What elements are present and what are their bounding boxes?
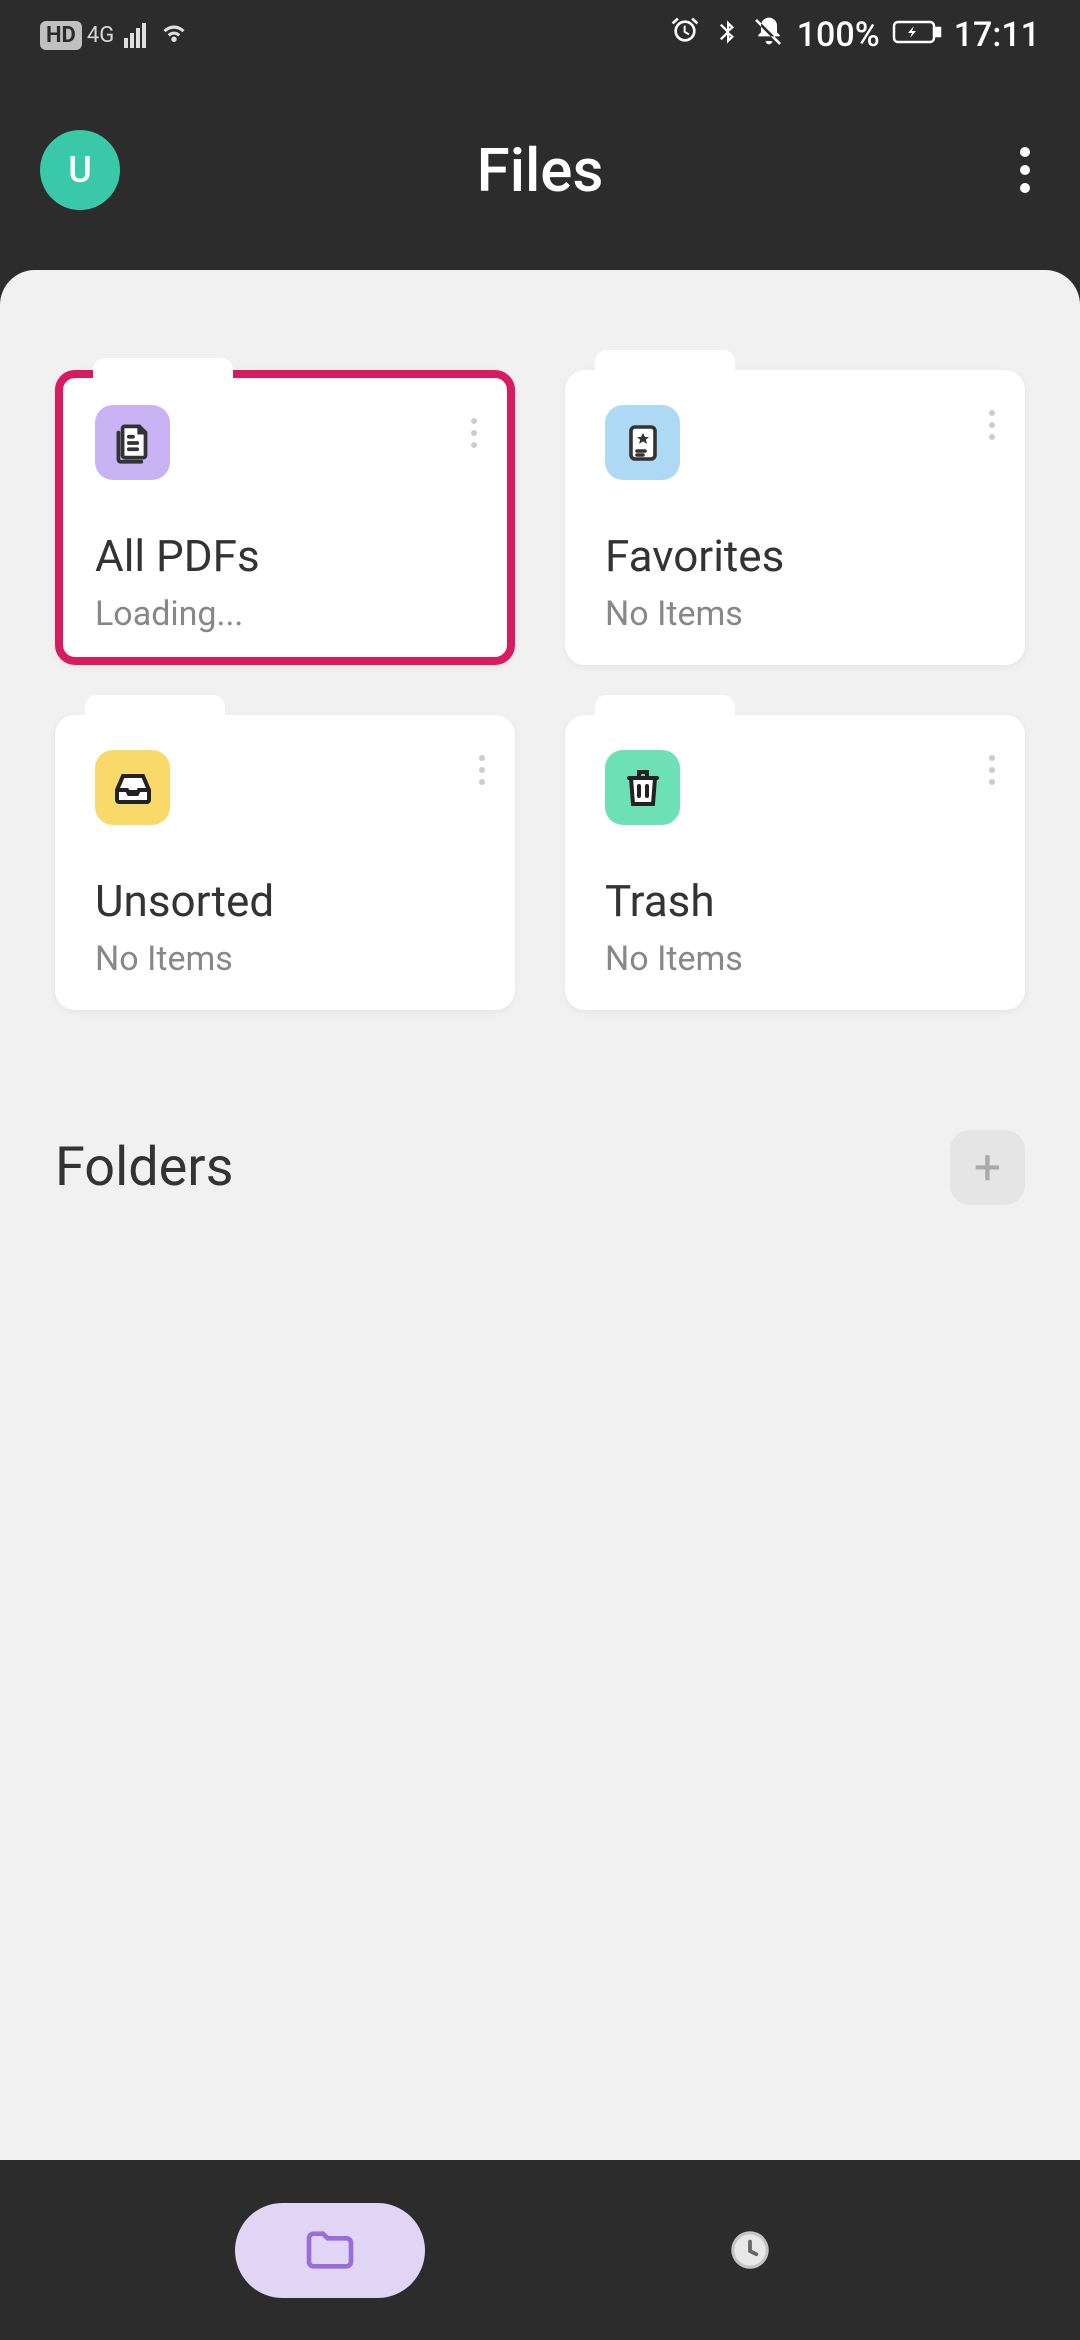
card-subtitle: No Items (95, 939, 475, 979)
avatar-letter: U (68, 149, 92, 191)
folders-section: Folders + (55, 1130, 1025, 1205)
card-subtitle: No Items (605, 939, 985, 979)
status-time: 17:11 (954, 15, 1040, 55)
folder-card-trash[interactable]: Trash No Items (565, 715, 1025, 1010)
battery-icon (892, 15, 942, 55)
status-left: HD 4G (40, 15, 192, 55)
page-title: Files (477, 135, 604, 206)
plus-icon: + (974, 1139, 1001, 1196)
card-title: All PDFs (95, 530, 475, 582)
clock-icon (725, 2225, 775, 2275)
status-right: 100% 17:11 (669, 15, 1040, 56)
inbox-icon (95, 750, 170, 825)
status-bar: HD 4G 100% 17:11 (0, 0, 1080, 70)
battery-percent: 100% (797, 15, 880, 55)
hd-badge: HD (40, 21, 82, 50)
app-header: U Files (0, 70, 1080, 270)
wifi-icon (156, 15, 192, 55)
folder-card-favorites[interactable]: Favorites No Items (565, 370, 1025, 665)
content-area: All PDFs Loading... Favorites No Items U… (0, 270, 1080, 2160)
card-subtitle: Loading... (95, 594, 475, 634)
bluetooth-icon (713, 15, 741, 55)
folder-card-all-pdfs[interactable]: All PDFs Loading... (55, 370, 515, 665)
network-4g-label: 4G (87, 23, 114, 48)
card-grid: All PDFs Loading... Favorites No Items U… (55, 370, 1025, 1010)
mute-icon (753, 15, 785, 56)
bottom-nav (0, 2160, 1080, 2340)
add-folder-button[interactable]: + (950, 1130, 1025, 1205)
card-more-button[interactable] (989, 410, 995, 440)
nav-recent[interactable] (655, 2203, 845, 2298)
more-vertical-icon (471, 418, 477, 448)
nav-files[interactable] (235, 2203, 425, 2298)
trash-icon (605, 750, 680, 825)
card-title: Favorites (605, 530, 985, 582)
card-title: Unsorted (95, 875, 475, 927)
card-title: Trash (605, 875, 985, 927)
more-vertical-icon (989, 755, 995, 785)
folder-icon (302, 2222, 358, 2278)
avatar[interactable]: U (40, 130, 120, 210)
card-more-button[interactable] (479, 755, 485, 785)
more-menu-button[interactable] (1010, 137, 1040, 203)
card-more-button[interactable] (471, 418, 477, 448)
alarm-icon (669, 15, 701, 56)
folder-card-unsorted[interactable]: Unsorted No Items (55, 715, 515, 1010)
favorites-icon (605, 405, 680, 480)
signal-bars-icon (124, 23, 146, 48)
folders-title: Folders (55, 1136, 233, 1199)
pdf-stack-icon (95, 405, 170, 480)
card-more-button[interactable] (989, 755, 995, 785)
more-vertical-icon (989, 410, 995, 440)
more-vertical-icon (1020, 147, 1030, 193)
card-subtitle: No Items (605, 594, 985, 634)
more-vertical-icon (479, 755, 485, 785)
